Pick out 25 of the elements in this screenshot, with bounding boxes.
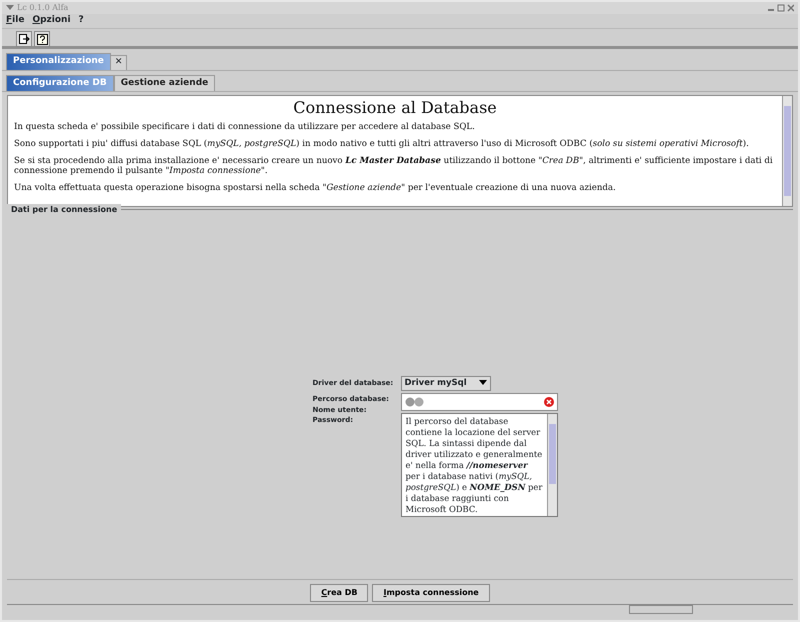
menu-item[interactable]: File [6,14,24,28]
help-button[interactable] [34,31,50,47]
menu-item[interactable]: ? [78,14,84,28]
status-icon [404,397,426,407]
window-title: Lc 0.1.0 Alfa [17,2,68,14]
clear-icon[interactable] [544,397,554,407]
driver-dropdown[interactable]: Driver mySql [400,376,490,391]
paragraph: Sono supportati i piu' diffusi database SQL (mySQL, postgreSQL) in modo nativo e tutti gli altri attraverso l'uso di Microsoft ODBC (solo su sistemi operativi Microsoft). [14,138,750,150]
action-button[interactable]: Imposta connessione [372,584,490,602]
paragraph: Se si sta procedendo alla prima installazione e' necessario creare un nuovo Lc Master Database utilizzando il bottone "Crea DB", altrimenti e' sufficiente impostare i dati di connessione premendo il pulsante "Imposta connessione". [14,156,774,178]
group-label: Dati per la connessione [7,204,122,216]
action-button[interactable]: Crea DB [310,584,368,602]
exit-button[interactable] [16,31,32,47]
paragraph: Una volta effettuata questa operazione bisogna spostarsi nella scheda "Gestione aziende" per l'eventuale creazione di una nuova azienda. [14,183,617,194]
tab[interactable]: Personalizzazione [6,53,111,70]
menu-item[interactable]: Opzioni [32,14,71,28]
close-button[interactable]: ✕ [110,55,128,70]
help-text: Il percorso del database contiene la locazione del server SQL. La sintassi dipende dal driver utilizzato e generalmente e' nella forma //nomeserver per i database nativi (mySQL, postgreSQL) e NOME_DSN per i database raggiunti con Microsoft ODBC. [404,415,544,516]
heading: Connessione al Database [292,98,498,118]
scrollbar[interactable] [546,414,556,516]
path-field[interactable] [400,393,558,411]
scrollbar[interactable] [782,96,792,206]
paragraph: In questa scheda e' possibile specificare i dati di connessione da utilizzare per accedere al database SQL. [14,122,476,133]
tab[interactable]: Gestione aziende [114,74,216,91]
tab[interactable]: Configurazione DB [6,74,114,91]
